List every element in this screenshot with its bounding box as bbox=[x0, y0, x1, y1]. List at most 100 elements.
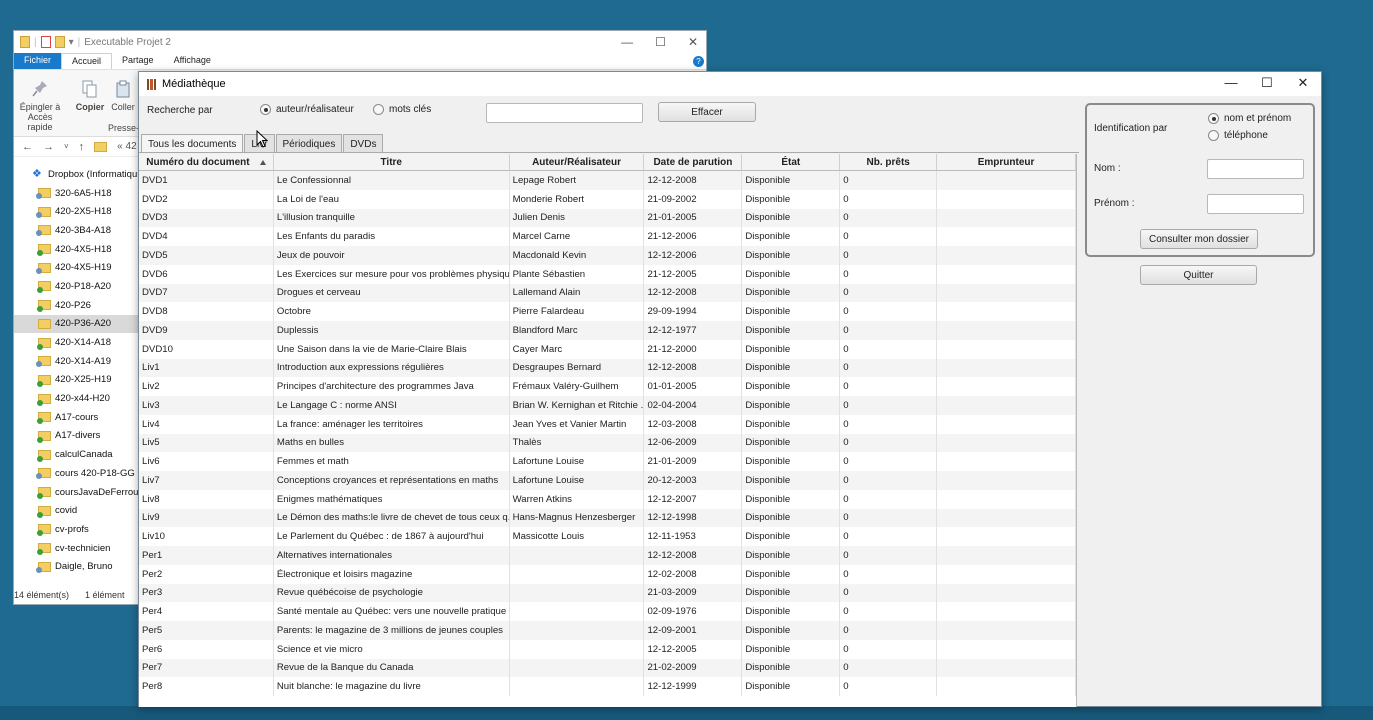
cell-state: Disponible bbox=[742, 621, 841, 640]
dropdown-icon[interactable]: ▾ bbox=[69, 37, 74, 48]
table-row[interactable]: Per4 Santé mentale au Québec: vers une no… bbox=[139, 602, 1076, 621]
column-header-date[interactable]: Date de parution bbox=[644, 154, 743, 170]
cell-title: Femmes et math bbox=[274, 452, 510, 471]
cell-author: Brian W. Kernighan et Ritchie ... bbox=[510, 396, 645, 415]
table-row[interactable]: Liv8 Enigmes mathématiques Warren Atkins 12… bbox=[139, 489, 1076, 509]
new-folder-icon[interactable] bbox=[54, 36, 65, 48]
tree-item-label: 420-3B4-A18 bbox=[55, 224, 111, 236]
table-row[interactable]: Per7 Revue de la Banque du Canada 21-02-20… bbox=[139, 658, 1076, 678]
table-row[interactable]: Liv4 La france: aménager les territoires J… bbox=[139, 414, 1076, 434]
cell-state: Disponible bbox=[742, 583, 841, 603]
quit-button[interactable]: Quitter bbox=[1140, 265, 1257, 285]
column-header-borrower[interactable]: Emprunteur bbox=[937, 154, 1076, 170]
cell-author: Plante Sébastien bbox=[510, 264, 645, 284]
minimize-icon[interactable]: — bbox=[1213, 72, 1249, 96]
table-row[interactable]: Per5 Parents: le magazine de 3 millions d… bbox=[139, 621, 1076, 640]
table-row[interactable]: Liv2 Principes d'architecture des program… bbox=[139, 377, 1076, 396]
table-row[interactable]: DVD6 Les Exercices sur mesure pour vos pr… bbox=[139, 264, 1076, 284]
search-input[interactable] bbox=[486, 103, 643, 123]
radio-phone[interactable]: téléphone bbox=[1208, 130, 1268, 141]
prenom-input[interactable] bbox=[1207, 194, 1304, 214]
table-row[interactable]: Per1 Alternatives internationales 12-12-20… bbox=[139, 546, 1076, 565]
radio-keywords[interactable]: mots clés bbox=[373, 104, 431, 115]
cell-title: Le Parlement du Québec : de 1867 à aujou… bbox=[274, 527, 510, 546]
table-row[interactable]: Liv9 Le Démon des maths:le livre de cheve… bbox=[139, 508, 1076, 528]
identification-label: Identification par bbox=[1094, 123, 1168, 134]
radio-author-label: auteur/réalisateur bbox=[276, 104, 354, 115]
table-row[interactable]: Per2 Électronique et loisirs magazine 12-0… bbox=[139, 564, 1076, 584]
pin-icon bbox=[32, 81, 47, 97]
nom-input[interactable] bbox=[1207, 159, 1304, 179]
cell-loans: 0 bbox=[840, 396, 938, 415]
cell-state: Disponible bbox=[742, 377, 841, 396]
tab-dvds[interactable]: DVDs bbox=[343, 134, 384, 153]
shared-folder-icon bbox=[36, 356, 51, 368]
cell-date: 12-12-1998 bbox=[644, 508, 743, 528]
cell-state: Disponible bbox=[742, 283, 841, 303]
tree-item-label: calculCanada bbox=[55, 449, 113, 461]
recent-dropdown-icon[interactable]: ˅ bbox=[64, 142, 69, 151]
clear-button[interactable]: Effacer bbox=[658, 102, 756, 122]
cell-date: 12-03-2008 bbox=[644, 414, 743, 434]
minimize-icon[interactable]: — bbox=[621, 35, 633, 49]
help-icon[interactable]: ? bbox=[693, 56, 704, 67]
table-row[interactable]: Liv7 Conceptions croyances et représentat… bbox=[139, 471, 1076, 490]
column-header-state[interactable]: État bbox=[742, 154, 841, 170]
table-row[interactable]: DVD10 Une Saison dans la vie de Marie-Cla… bbox=[139, 339, 1076, 359]
synced-folder-icon bbox=[37, 281, 51, 294]
pin-quick-access-button[interactable]: Épingler à Accès rapide bbox=[18, 80, 62, 132]
table-row[interactable]: Liv3 Le Langage C : norme ANSI Brian W. Ke… bbox=[139, 396, 1076, 415]
table-row[interactable]: DVD2 La Loi de l'eau Monderie Robert 21-09-… bbox=[139, 189, 1076, 209]
cell-loans: 0 bbox=[840, 377, 938, 396]
table-row[interactable]: Per8 Nuit blanche: le magazine du livre 12… bbox=[139, 677, 1076, 696]
table-row[interactable]: Liv6 Femmes et math Lafortune Louise 21-01-… bbox=[139, 452, 1076, 471]
table-row[interactable]: DVD8 Octobre Pierre Falardeau 29-09-1994 Dis… bbox=[139, 302, 1076, 321]
radio-author[interactable]: auteur/réalisateur bbox=[260, 104, 354, 115]
maximize-icon[interactable]: ☐ bbox=[655, 35, 666, 49]
table-row[interactable]: Liv5 Maths en bulles Thalès 12-06-2009 Dispo… bbox=[139, 433, 1076, 453]
table-row[interactable]: Per3 Revue québécoise de psychologie 21-03… bbox=[139, 583, 1076, 603]
clipboard-group-label: Presse- bbox=[108, 123, 140, 133]
table-row[interactable]: DVD3 L'illusion tranquille Julien Denis 21-… bbox=[139, 208, 1076, 228]
consult-file-button[interactable]: Consulter mon dossier bbox=[1140, 229, 1258, 249]
forward-icon[interactable]: → bbox=[43, 141, 54, 153]
table-row[interactable]: DVD9 Duplessis Blandford Marc 12-12-1977 Dis… bbox=[139, 321, 1076, 340]
table-row[interactable]: DVD4 Les Enfants du paradis Marcel Carne 21… bbox=[139, 227, 1076, 246]
close-icon[interactable]: ✕ bbox=[688, 35, 698, 49]
address-path[interactable]: « 42 bbox=[117, 141, 136, 152]
tab-affichage[interactable]: Affichage bbox=[164, 53, 221, 69]
maximize-icon[interactable]: ☐ bbox=[1249, 72, 1285, 96]
search-by-label: Recherche par bbox=[147, 105, 213, 116]
table-row[interactable]: DVD5 Jeux de pouvoir Macdonald Kevin 12-12-… bbox=[139, 246, 1076, 265]
column-header-loans[interactable]: Nb. prêts bbox=[840, 154, 938, 170]
up-icon[interactable]: ↑ bbox=[79, 141, 85, 153]
table-row[interactable]: Per6 Science et vie micro 12-12-2005 Dispon… bbox=[139, 639, 1076, 659]
synced-folder-icon bbox=[37, 300, 51, 313]
copy-button[interactable]: Copier bbox=[74, 80, 106, 112]
cell-title: Le Langage C : norme ANSI bbox=[274, 396, 510, 415]
back-icon[interactable]: ← bbox=[22, 141, 33, 153]
table-row[interactable]: Liv10 Le Parlement du Québec : de 1867 à … bbox=[139, 527, 1076, 546]
cell-author: Massicotte Louis bbox=[510, 527, 645, 546]
column-header-number[interactable]: Numéro du document bbox=[139, 154, 274, 170]
cell-borrower bbox=[937, 677, 1076, 696]
close-icon[interactable]: ✕ bbox=[1285, 72, 1321, 96]
tab-all-documents[interactable]: Tous les documents bbox=[141, 134, 244, 153]
prenom-label: Prénom : bbox=[1094, 198, 1135, 209]
table-row[interactable]: Liv1 Introduction aux expressions réguliè… bbox=[139, 358, 1076, 378]
tab-partage[interactable]: Partage bbox=[112, 53, 164, 69]
cell-state: Disponible bbox=[742, 321, 841, 340]
table-row[interactable]: DVD1 Le Confessionnal Lepage Robert 12-12-2… bbox=[139, 171, 1076, 190]
radio-name[interactable]: nom et prénom bbox=[1208, 113, 1291, 124]
properties-icon[interactable] bbox=[40, 36, 51, 48]
selected-count: 1 élément bbox=[85, 590, 125, 600]
column-header-title[interactable]: Titre bbox=[274, 154, 510, 170]
paste-button[interactable]: Coller bbox=[108, 80, 138, 112]
tab-accueil[interactable]: Accueil bbox=[61, 53, 113, 69]
cell-number: Liv3 bbox=[139, 396, 274, 415]
tab-periodicals[interactable]: Périodiques bbox=[275, 134, 343, 153]
tab-fichier[interactable]: Fichier bbox=[14, 53, 62, 69]
synced-folder-icon bbox=[37, 505, 51, 518]
column-header-author[interactable]: Auteur/Réalisateur bbox=[510, 154, 645, 170]
table-row[interactable]: DVD7 Drogues et cerveau Lallemand Alain 12-… bbox=[139, 283, 1076, 303]
